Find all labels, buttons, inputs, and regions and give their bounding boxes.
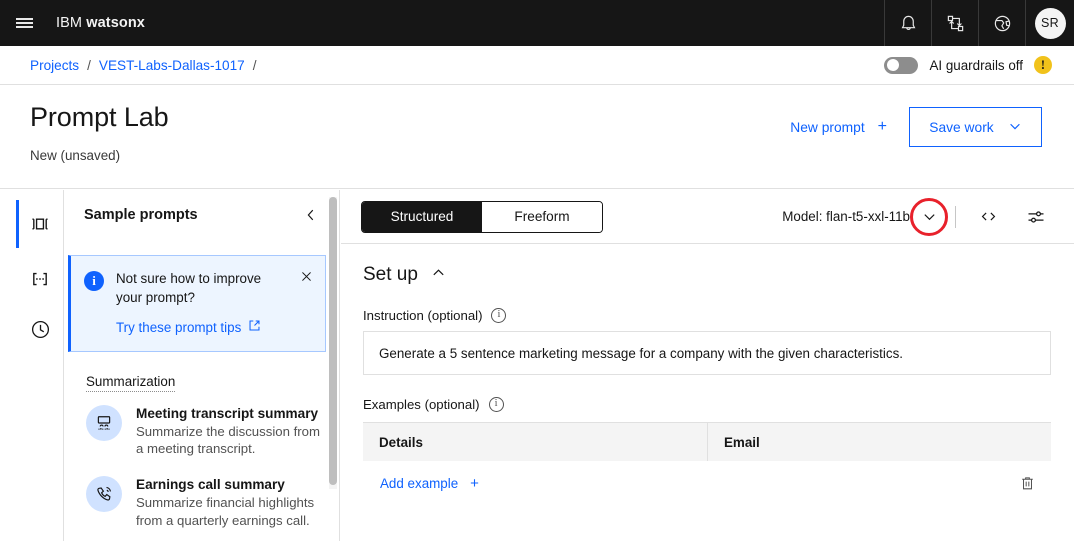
prompt-tips-link-label: Try these prompt tips — [116, 319, 242, 335]
sample-prompts-header: Sample prompts — [64, 190, 340, 240]
chevron-left-icon[interactable] — [300, 204, 322, 226]
setup-header[interactable]: Set up — [363, 244, 446, 286]
model-parameters-icon[interactable] — [1018, 199, 1054, 235]
tool-rail — [16, 190, 64, 541]
setup-title: Set up — [363, 264, 418, 285]
avatar: SR — [1034, 7, 1066, 39]
save-work-label: Save work — [929, 119, 994, 135]
sample-prompts-scroll-area: i Not sure how to improve your prompt? T… — [64, 240, 340, 541]
prompt-workspace: Structured Freeform Model: flan-t5-xxl-1… — [341, 190, 1074, 541]
examples-table-actions: Add example + — [363, 461, 1051, 505]
breadcrumb-bar: Projects / VEST-Labs-Dallas-1017 / AI gu… — [0, 46, 1074, 85]
sample-prompt-title: Meeting transcript summary — [136, 405, 319, 421]
sample-prompt-item-earnings-call-summary[interactable]: Earnings call summary Summarize financia… — [64, 463, 340, 535]
instruction-label-row: Instruction (optional) i — [363, 308, 1052, 323]
tab-freeform[interactable]: Freeform — [482, 201, 602, 232]
new-prompt-button[interactable]: New prompt + — [788, 115, 889, 139]
breadcrumb-item-projects[interactable]: Projects — [30, 58, 79, 73]
prompt-category-group: Summarization — [64, 352, 340, 392]
prompt-tips-link[interactable]: Try these prompt tips — [116, 319, 261, 335]
breadcrumb-separator-trailing: / — [252, 57, 257, 73]
examples-label: Examples (optional) — [363, 397, 480, 412]
info-icon[interactable]: i — [491, 308, 507, 323]
prompt-tips-text: Not sure how to improve your prompt? — [116, 271, 262, 305]
ai-guardrails-label: AI guardrails off — [929, 57, 1023, 73]
ai-guardrails-group: AI guardrails off ! — [884, 56, 1052, 74]
external-link-icon — [248, 319, 261, 335]
prompt-variables-icon[interactable] — [16, 255, 64, 303]
column-header-email: Email — [724, 434, 760, 450]
toggle-knob — [886, 58, 900, 72]
instruction-input[interactable]: Generate a 5 sentence marketing message … — [363, 331, 1051, 375]
trash-can-icon[interactable] — [1016, 472, 1038, 494]
sample-prompts-panel: Sample prompts i Not sure how to improve… — [64, 190, 340, 541]
main-body: Sample prompts i Not sure how to improve… — [0, 190, 1074, 541]
sample-prompt-description: Summarize the discussion from a meeting … — [136, 423, 320, 457]
sample-prompt-title: Earnings call summary — [136, 477, 285, 493]
history-clock-icon[interactable] — [16, 305, 64, 353]
plus-icon: + — [877, 118, 887, 135]
warning-icon[interactable]: ! — [1034, 56, 1052, 74]
brand-prefix: IBM — [56, 15, 83, 31]
scrollbar-thumb[interactable] — [329, 197, 337, 485]
sample-prompt-text: Earnings call summary Summarize financia… — [136, 476, 324, 530]
user-avatar-button[interactable]: SR — [1025, 0, 1074, 46]
new-prompt-label: New prompt — [790, 119, 865, 135]
phone-call-icon — [86, 476, 122, 513]
plus-icon: + — [470, 474, 479, 492]
sample-panel-scrollbar[interactable] — [329, 197, 337, 489]
prompt-category-label[interactable]: Summarization — [86, 374, 176, 392]
add-example-button[interactable]: Add example + — [380, 476, 479, 491]
model-label: Model: flan-t5-xxl-11b — [782, 209, 910, 224]
examples-table: Details Email Add example + — [363, 422, 1051, 505]
brand-name: watsonx — [86, 15, 145, 31]
model-selector-chevron-down-icon[interactable] — [910, 197, 948, 236]
add-example-label: Add example — [380, 475, 459, 491]
sample-prompt-text: Meeting transcript summary Summarize the… — [136, 405, 324, 459]
presentation-audience-icon — [86, 404, 122, 441]
examples-table-header: Details Email — [363, 423, 1051, 461]
save-work-button[interactable]: Save work — [909, 107, 1042, 147]
page-title: Prompt Lab — [30, 102, 169, 132]
brand-logo[interactable]: IBM watsonx — [56, 15, 145, 31]
page-subtitle: New (unsaved) — [30, 148, 121, 163]
ai-guardrails-toggle[interactable] — [884, 56, 919, 74]
breadcrumb-separator: / — [87, 57, 91, 73]
chevron-down-icon — [1008, 119, 1022, 136]
chevron-up-icon — [431, 265, 446, 285]
instruction-label: Instruction (optional) — [363, 308, 483, 323]
setup-section: Set up Instruction (optional) i Generate… — [341, 244, 1074, 541]
sample-prompt-description: Summarize financial highlights from a qu… — [136, 495, 315, 529]
info-filled-icon: i — [84, 271, 104, 291]
sample-prompt-item-meeting-transcript-summary[interactable]: Meeting transcript summary Summarize the… — [64, 392, 340, 464]
tab-structured[interactable]: Structured — [362, 201, 482, 232]
workflow-transform-icon[interactable] — [931, 0, 978, 46]
prompt-mode-switch: Structured Freeform — [361, 200, 603, 233]
sample-prompts-panel-icon[interactable] — [16, 200, 64, 248]
toolbar-divider — [955, 205, 956, 228]
globe-region-icon[interactable] — [978, 0, 1025, 46]
info-icon[interactable]: i — [488, 397, 504, 412]
sample-prompts-title: Sample prompts — [84, 207, 198, 223]
breadcrumb-item-project[interactable]: VEST-Labs-Dallas-1017 — [99, 58, 245, 73]
top-navigation-bar: IBM watsonx SR — [0, 0, 1074, 46]
notifications-bell-icon[interactable] — [884, 0, 931, 46]
workspace-toolbar: Structured Freeform Model: flan-t5-xxl-1… — [341, 190, 1074, 244]
hamburger-menu-icon[interactable] — [0, 0, 48, 46]
column-header-details: Details — [363, 423, 708, 461]
instruction-value: Generate a 5 sentence marketing message … — [379, 345, 903, 361]
view-code-icon[interactable] — [970, 199, 1006, 235]
page-header: Prompt Lab New (unsaved) New prompt + Sa… — [0, 85, 1074, 189]
breadcrumb: Projects / VEST-Labs-Dallas-1017 / — [30, 58, 265, 73]
prompt-tips-notification: i Not sure how to improve your prompt? T… — [68, 255, 326, 352]
close-icon[interactable] — [297, 267, 315, 285]
examples-label-row: Examples (optional) i — [363, 397, 1052, 412]
